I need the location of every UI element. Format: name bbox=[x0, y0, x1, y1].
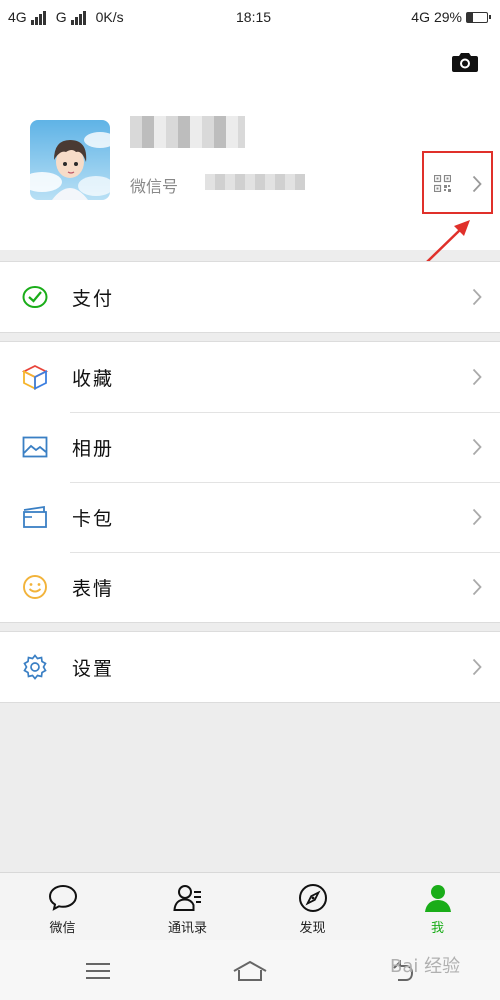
image-icon bbox=[22, 436, 48, 458]
chevron-right-icon bbox=[472, 658, 482, 676]
camera-icon[interactable] bbox=[452, 52, 478, 72]
gear-icon bbox=[23, 654, 47, 680]
chevron-right-icon bbox=[472, 438, 482, 456]
chevron-right-icon bbox=[472, 368, 482, 386]
signal-icon bbox=[30, 11, 46, 25]
menu-group-pay: 支付 bbox=[0, 261, 500, 333]
contacts-icon bbox=[173, 885, 201, 911]
bottom-tab-bar: 微信 通讯录 发现 我 bbox=[0, 872, 500, 940]
tab-label: 我 bbox=[430, 921, 444, 936]
menu-item-label: 收藏 bbox=[72, 367, 115, 390]
menu-item-label: 卡包 bbox=[72, 507, 115, 530]
network-type-2: G bbox=[55, 9, 67, 25]
network-type-right: 4G bbox=[411, 9, 430, 25]
smiley-icon bbox=[23, 575, 47, 599]
status-bar: 4G G 0K/s 18:15 4G 29% bbox=[0, 0, 500, 34]
menu-item-label: 设置 bbox=[72, 657, 115, 680]
nickname-blurred bbox=[130, 116, 245, 148]
home-icon[interactable] bbox=[232, 960, 268, 982]
menu-item-stickers[interactable]: 表情 bbox=[0, 552, 500, 622]
watermark: Bai 经验 bbox=[390, 956, 461, 977]
chevron-right-icon bbox=[472, 288, 482, 306]
card-icon bbox=[23, 505, 47, 528]
avatar[interactable] bbox=[30, 120, 110, 200]
network-speed: 0K/s bbox=[95, 9, 124, 25]
tab-label: 发现 bbox=[299, 921, 326, 936]
wechat-id-label: 微信号 bbox=[130, 177, 179, 196]
chevron-right-icon bbox=[472, 508, 482, 526]
menu-item-settings[interactable]: 设置 bbox=[0, 632, 500, 702]
person-icon bbox=[425, 885, 451, 912]
tab-discover[interactable]: 发现 bbox=[250, 873, 375, 941]
menu-item-favorites[interactable]: 收藏 bbox=[0, 342, 500, 412]
compass-icon bbox=[299, 884, 327, 912]
chevron-right-icon bbox=[472, 175, 482, 193]
clock: 18:15 bbox=[236, 9, 272, 25]
menu-group-settings: 设置 bbox=[0, 631, 500, 703]
tab-label: 微信 bbox=[49, 921, 76, 936]
chevron-right-icon bbox=[472, 578, 482, 596]
qr-code-button[interactable] bbox=[422, 151, 493, 214]
tab-label: 通讯录 bbox=[167, 921, 207, 936]
wallet-check-icon bbox=[22, 286, 48, 308]
cube-icon bbox=[22, 364, 48, 390]
menu-group-main: 收藏 相册 卡包 表情 bbox=[0, 341, 500, 623]
menu-item-pay[interactable]: 支付 bbox=[0, 262, 500, 332]
signal-icon bbox=[70, 11, 86, 25]
menu-item-cards[interactable]: 卡包 bbox=[0, 482, 500, 552]
qr-code-icon bbox=[434, 175, 451, 192]
battery-percent: 29% bbox=[433, 9, 462, 25]
network-type-1: 4G bbox=[8, 9, 27, 25]
menu-item-label: 支付 bbox=[72, 287, 115, 310]
menu-icon[interactable] bbox=[86, 962, 110, 980]
tab-chats[interactable]: 微信 bbox=[0, 873, 125, 941]
chat-bubble-icon bbox=[48, 884, 78, 911]
wechat-id-blurred bbox=[205, 174, 305, 190]
menu-item-label: 表情 bbox=[72, 577, 115, 600]
menu-item-label: 相册 bbox=[72, 437, 115, 460]
tab-contacts[interactable]: 通讯录 bbox=[125, 873, 250, 941]
menu-item-album[interactable]: 相册 bbox=[0, 412, 500, 482]
battery-icon bbox=[466, 11, 491, 23]
tab-me[interactable]: 我 bbox=[375, 873, 500, 941]
